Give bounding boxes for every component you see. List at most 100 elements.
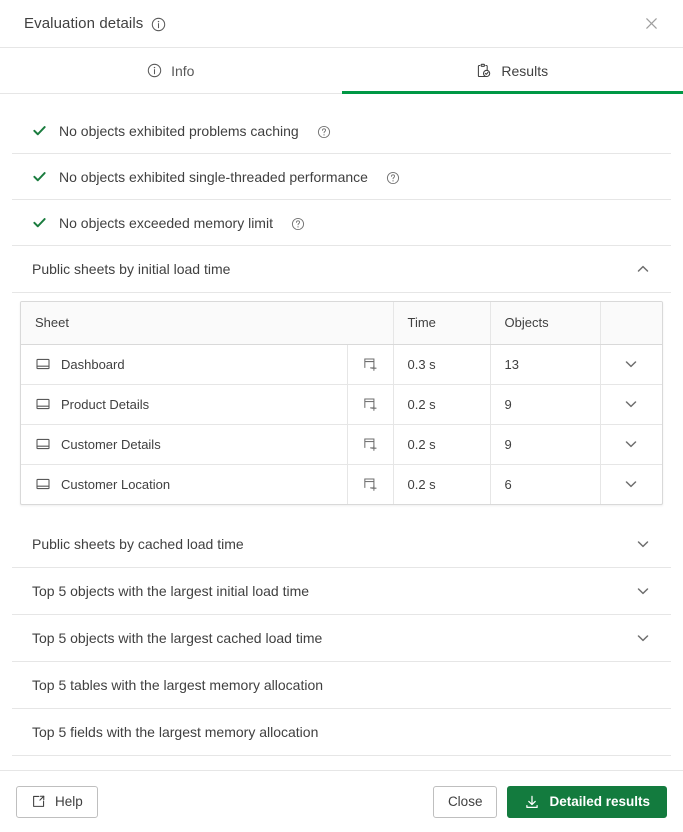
status-row: No objects exhibited single-threaded per… <box>12 154 671 200</box>
cell-sheet: Dashboard <box>21 344 347 384</box>
cell-time: 0.3 s <box>393 344 490 384</box>
clipboard-check-icon <box>476 63 492 79</box>
accordion-header: Top 5 fields with the largest memory all… <box>12 709 671 755</box>
accordion-top5-tables-memory: Top 5 tables with the largest memory all… <box>12 662 671 709</box>
sheet-name: Customer Details <box>61 437 161 452</box>
help-label: Help <box>55 794 83 809</box>
cell-sheet: Product Details <box>21 384 347 424</box>
info-circle-icon[interactable] <box>151 17 166 32</box>
column-header-objects[interactable]: Objects <box>490 302 600 344</box>
chevron-down-icon[interactable] <box>616 469 646 499</box>
check-icon <box>32 169 47 184</box>
column-header-expand <box>600 302 662 344</box>
cell-add-to-sheet <box>347 424 393 464</box>
close-icon[interactable] <box>635 8 667 40</box>
cell-objects: 9 <box>490 424 600 464</box>
cell-objects: 13 <box>490 344 600 384</box>
table-header-row: Sheet Time Objects <box>21 302 662 344</box>
accordion-label: Public sheets by initial load time <box>32 261 635 277</box>
status-row: No objects exhibited problems caching <box>12 108 671 154</box>
cell-time: 0.2 s <box>393 424 490 464</box>
check-icon <box>32 215 47 230</box>
accordion-label: Top 5 objects with the largest initial l… <box>32 583 635 599</box>
info-circle-icon <box>147 63 162 78</box>
public-sheets-table: Sheet Time Objects <box>20 301 663 505</box>
column-header-time[interactable]: Time <box>393 302 490 344</box>
accordion-label: Top 5 tables with the largest memory all… <box>32 677 651 693</box>
accordion-public-sheets-cached: Public sheets by cached load time <box>12 521 671 568</box>
cell-objects: 9 <box>490 384 600 424</box>
dialog-tabs: Info Results <box>0 48 683 94</box>
chevron-down-icon[interactable] <box>635 536 651 552</box>
cell-expand <box>600 424 662 464</box>
check-icon <box>32 123 47 138</box>
question-circle-icon[interactable] <box>317 125 331 139</box>
add-to-sheet-icon[interactable] <box>357 351 383 377</box>
cell-add-to-sheet <box>347 344 393 384</box>
accordion-header[interactable]: Top 5 objects with the largest initial l… <box>12 568 671 614</box>
chevron-down-icon[interactable] <box>616 429 646 459</box>
add-to-sheet-icon[interactable] <box>357 391 383 417</box>
close-button[interactable]: Close <box>433 786 498 818</box>
cell-add-to-sheet <box>347 384 393 424</box>
cell-time: 0.2 s <box>393 384 490 424</box>
evaluation-details-dialog: Evaluation details <box>0 0 683 832</box>
accordion-public-sheets-initial: Public sheets by initial load time <box>12 246 671 293</box>
sheet-name: Dashboard <box>61 357 125 372</box>
add-to-sheet-icon[interactable] <box>357 471 383 497</box>
dialog-footer: Help Close Detailed results <box>0 770 683 832</box>
table-row[interactable]: Product Details <box>21 384 662 424</box>
table-row[interactable]: Customer Location <box>21 464 662 504</box>
cell-expand <box>600 384 662 424</box>
cell-add-to-sheet <box>347 464 393 504</box>
status-row: No objects exceeded memory limit <box>12 200 671 246</box>
sheet-icon <box>35 476 51 492</box>
cell-expand <box>600 464 662 504</box>
dialog-header: Evaluation details <box>0 0 683 48</box>
cell-expand <box>600 344 662 384</box>
tab-info[interactable]: Info <box>0 48 342 93</box>
add-to-sheet-icon[interactable] <box>357 431 383 457</box>
chevron-down-icon[interactable] <box>616 389 646 419</box>
accordion-header: Top 5 tables with the largest memory all… <box>12 662 671 708</box>
sheet-icon <box>35 396 51 412</box>
accordion-header[interactable]: Top 5 objects with the largest cached lo… <box>12 615 671 661</box>
sheet-icon <box>35 356 51 372</box>
sheet-name: Customer Location <box>61 477 170 492</box>
page-title: Evaluation details <box>24 15 143 32</box>
download-icon <box>524 794 540 810</box>
status-label: No objects exceeded memory limit <box>59 215 273 231</box>
detailed-results-button[interactable]: Detailed results <box>507 786 667 818</box>
tab-info-label: Info <box>171 63 194 79</box>
accordion-label: Top 5 objects with the largest cached lo… <box>32 630 635 646</box>
sheet-icon <box>35 436 51 452</box>
tab-results[interactable]: Results <box>342 48 683 93</box>
detailed-results-label: Detailed results <box>549 794 650 809</box>
status-label: No objects exhibited problems caching <box>59 123 299 139</box>
cell-sheet: Customer Location <box>21 464 347 504</box>
accordion-label: Top 5 fields with the largest memory all… <box>32 724 651 740</box>
table-row[interactable]: Customer Details <box>21 424 662 464</box>
accordion-header[interactable]: Public sheets by cached load time <box>12 521 671 567</box>
column-header-sheet[interactable]: Sheet <box>21 302 347 344</box>
chevron-down-icon[interactable] <box>616 349 646 379</box>
accordion-header[interactable]: Public sheets by initial load time <box>12 246 671 292</box>
accordion-label: Public sheets by cached load time <box>32 536 635 552</box>
cell-objects: 6 <box>490 464 600 504</box>
table-row[interactable]: Dashboard <box>21 344 662 384</box>
sheet-name: Product Details <box>61 397 149 412</box>
cell-time: 0.2 s <box>393 464 490 504</box>
external-link-icon <box>31 794 46 809</box>
accordion-top5-objects-cached: Top 5 objects with the largest cached lo… <box>12 615 671 662</box>
help-button[interactable]: Help <box>16 786 98 818</box>
chevron-up-icon[interactable] <box>635 261 651 277</box>
tab-results-label: Results <box>501 63 548 79</box>
cell-sheet: Customer Details <box>21 424 347 464</box>
chevron-down-icon[interactable] <box>635 630 651 646</box>
question-circle-icon[interactable] <box>386 171 400 185</box>
question-circle-icon[interactable] <box>291 217 305 231</box>
column-header-add <box>347 302 393 344</box>
status-label: No objects exhibited single-threaded per… <box>59 169 368 185</box>
accordion-top5-objects-initial: Top 5 objects with the largest initial l… <box>12 568 671 615</box>
chevron-down-icon[interactable] <box>635 583 651 599</box>
